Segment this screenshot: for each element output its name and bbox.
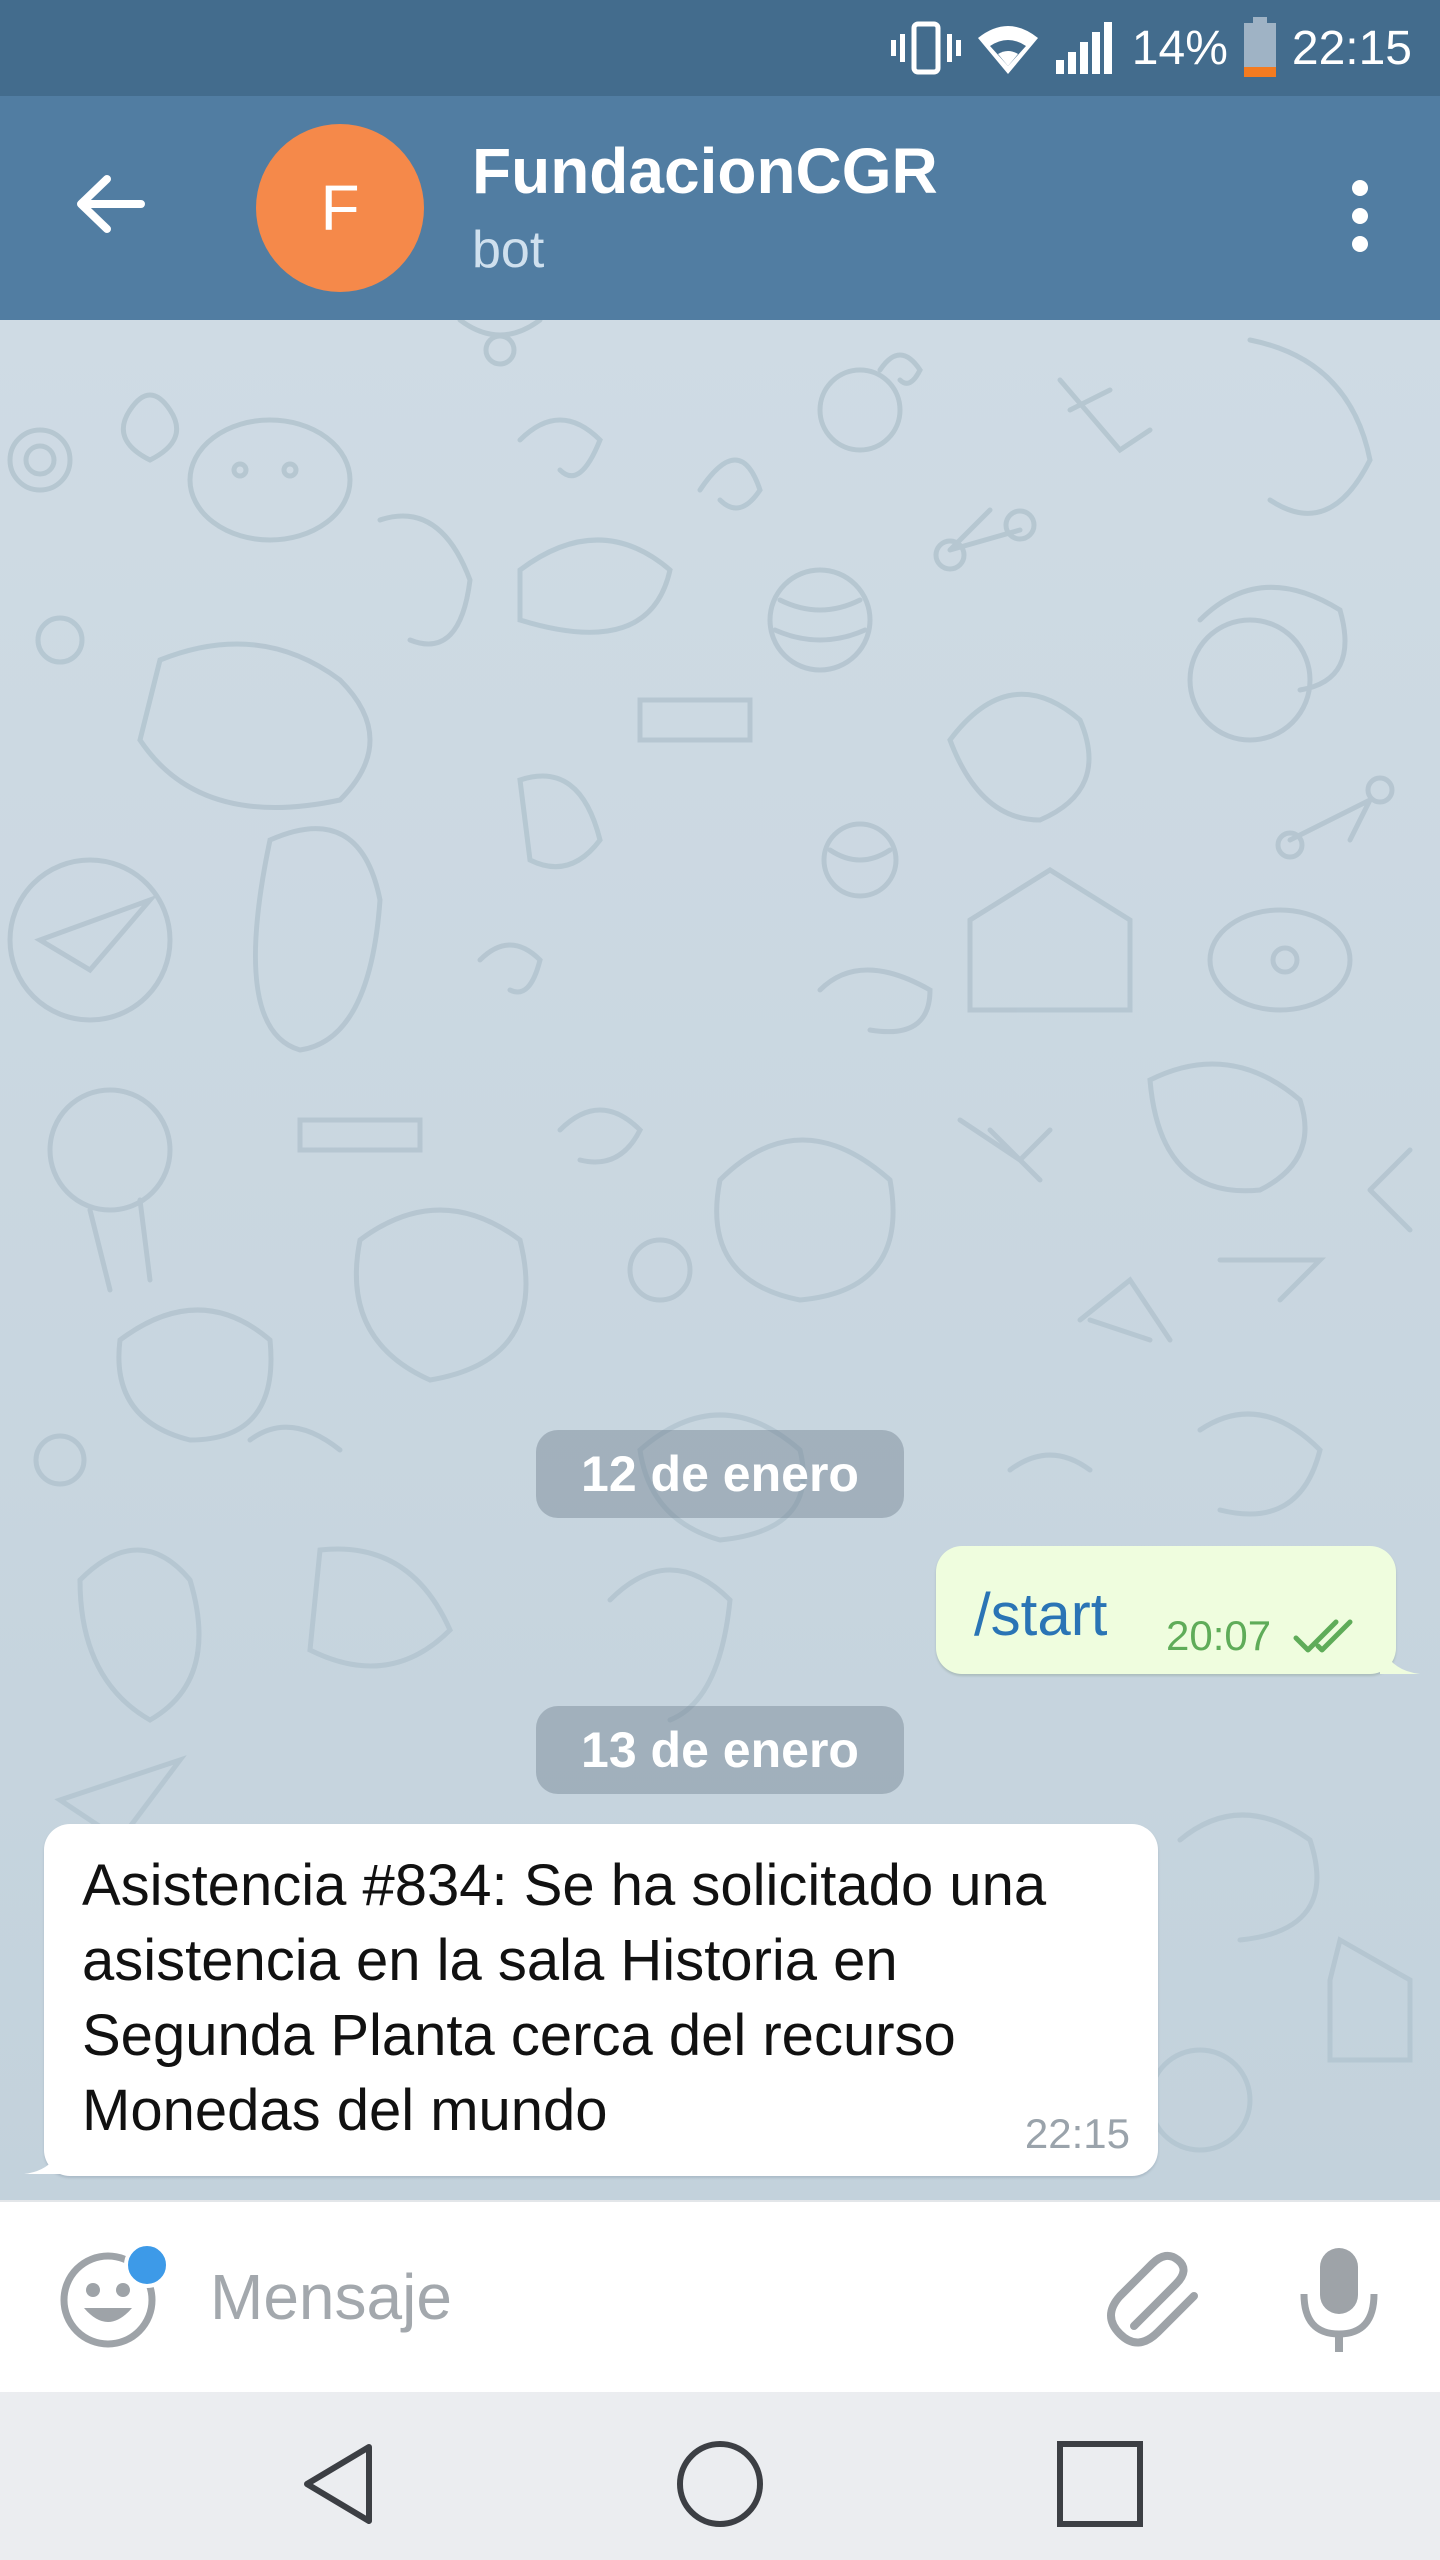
microphone-icon[interactable] [1284, 2242, 1394, 2358]
battery-percent: 14% [1131, 21, 1228, 75]
square-recents-icon [1057, 2441, 1143, 2527]
chat-subtitle: bot [472, 221, 545, 279]
double-check-icon [1293, 1619, 1353, 1653]
notification-dot [124, 2242, 170, 2288]
bubble-tail [1380, 1638, 1420, 1674]
attach-icon[interactable] [1100, 2244, 1210, 2354]
date-separator: 12 de enero [536, 1430, 904, 1518]
incoming-message[interactable]: Asistencia #834: Se ha solicitado una as… [44, 1824, 1158, 2176]
avatar-letter: F [320, 172, 360, 244]
outgoing-message[interactable]: /start 20:07 [936, 1546, 1396, 1674]
wifi-icon [977, 26, 1038, 74]
message-input[interactable]: Mensaje [210, 2260, 452, 2334]
message-time: 20:07 [1166, 1612, 1272, 1659]
status-time: 22:15 [1291, 21, 1412, 75]
message-time: 22:15 [1024, 2110, 1130, 2157]
arrow-back-icon [77, 175, 145, 233]
nav-home-button[interactable] [670, 2434, 770, 2534]
signal-icon [1055, 22, 1112, 74]
nav-back-button[interactable] [290, 2434, 390, 2534]
message-text[interactable]: Asistencia #834: Se ha solicitado una as… [82, 1848, 1142, 2148]
bubble-tail [24, 2136, 64, 2174]
message-composer: Mensaje [0, 2200, 1440, 2394]
message-text[interactable]: /start [974, 1580, 1107, 1649]
status-icons: 14% 22:15 [890, 0, 1412, 96]
circle-home-icon [677, 2441, 763, 2527]
date-separator: 13 de enero [536, 1706, 904, 1794]
more-vert-icon [1352, 180, 1368, 196]
triangle-back-icon [304, 2444, 372, 2524]
avatar[interactable]: F [256, 124, 424, 292]
status-bar: 14% 22:15 [0, 0, 1440, 96]
chat-area[interactable]: 12 de enero /start 20:07 13 de enero Asi… [0, 320, 1440, 2200]
nav-recents-button[interactable] [1050, 2434, 1150, 2534]
vibrate-icon [890, 21, 961, 75]
more-options-button[interactable] [1320, 166, 1400, 266]
back-button[interactable] [60, 154, 160, 254]
battery-icon [1243, 17, 1276, 77]
chat-title[interactable]: FundacionCGR [472, 134, 938, 208]
chat-header: F FundacionCGR bot [0, 96, 1440, 320]
system-nav-bar [0, 2392, 1440, 2560]
